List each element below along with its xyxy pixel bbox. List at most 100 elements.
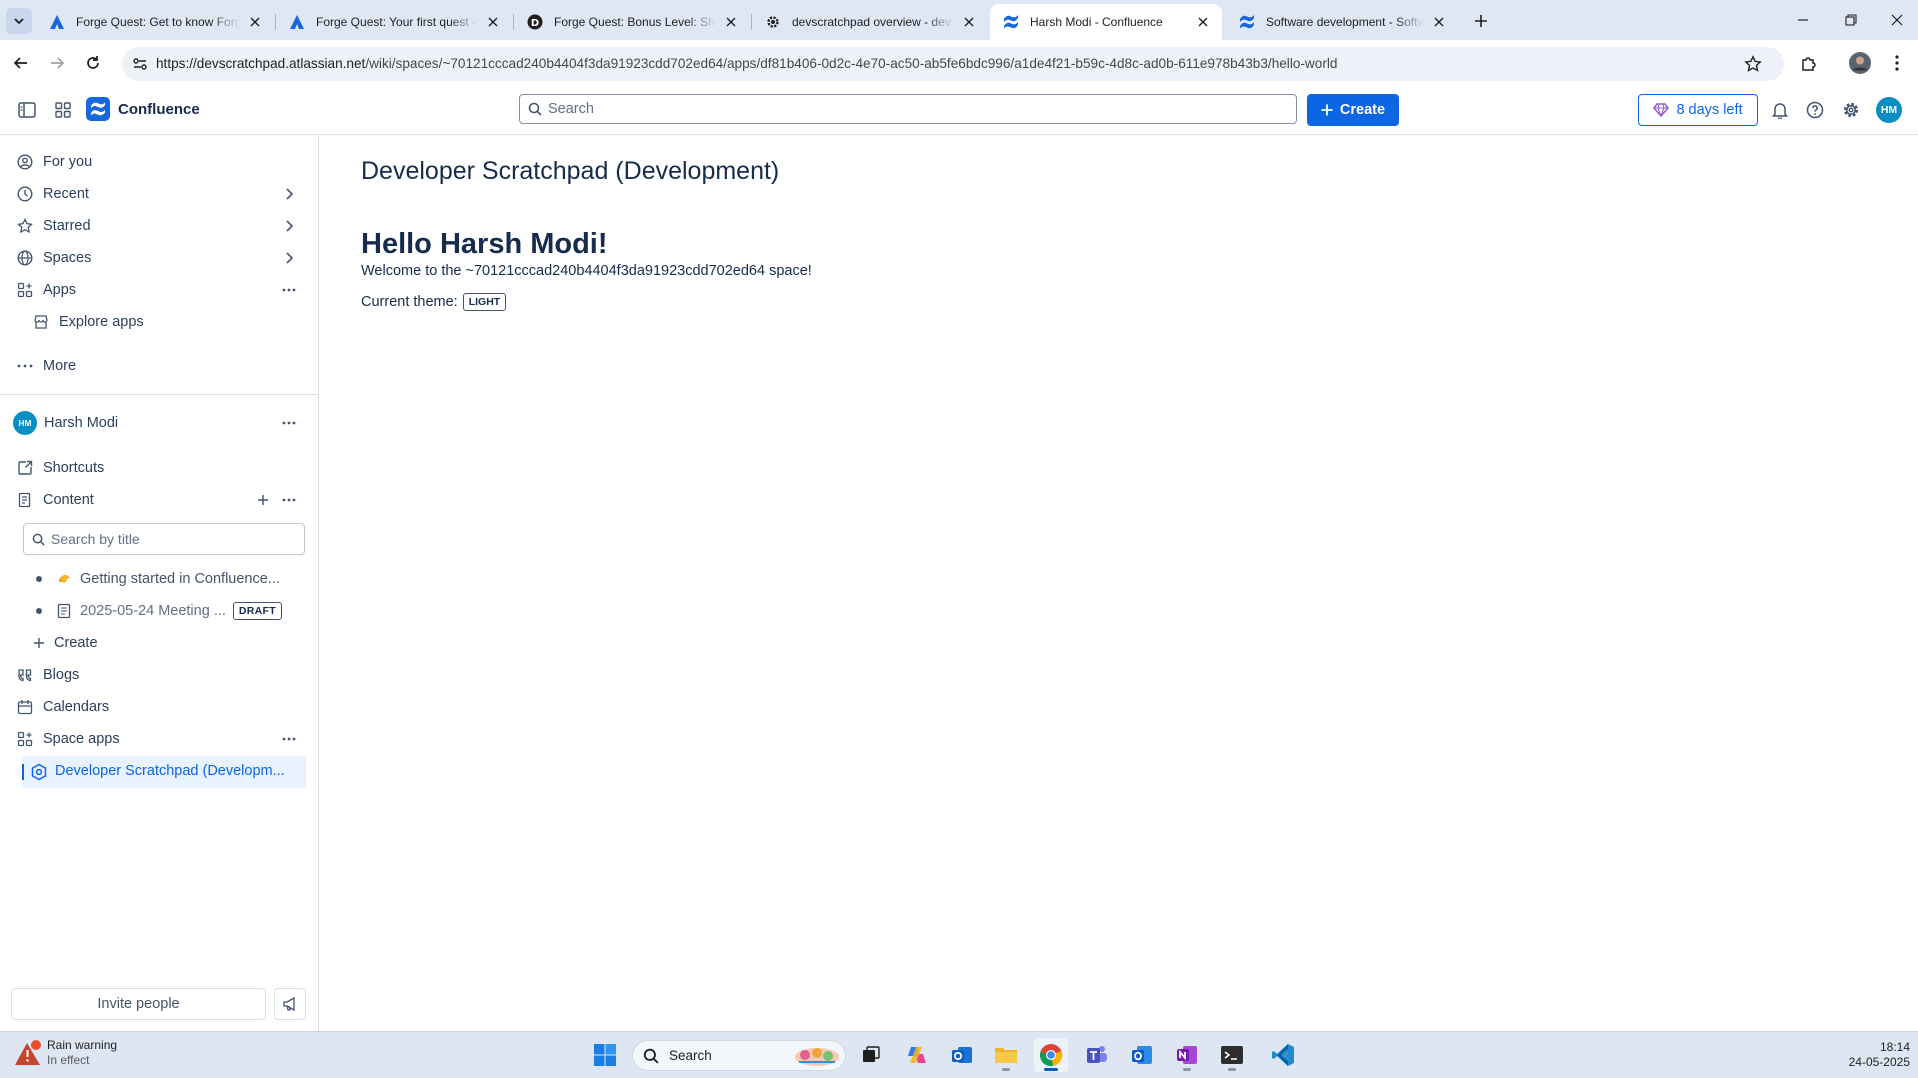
tree-create-button[interactable]: Create	[28, 628, 306, 658]
title-search-placeholder: Search by title	[51, 531, 140, 547]
sidebar-item-label: Apps	[43, 282, 77, 298]
quote-icon	[14, 664, 36, 686]
trial-days-button[interactable]: 8 days left	[1638, 94, 1758, 126]
reload-button[interactable]	[76, 46, 110, 80]
page-title: Developer Scratchpad (Development)	[361, 157, 780, 185]
sidebar-item-spaces[interactable]: Spaces	[14, 243, 306, 273]
global-search-input[interactable]: Search	[519, 94, 1297, 124]
teams-button[interactable]	[1079, 1038, 1113, 1072]
browser-tab[interactable]: Software development - Softwa	[1226, 4, 1458, 40]
outlook-new-icon	[1130, 1043, 1154, 1067]
star-icon[interactable]	[1744, 55, 1762, 73]
extensions-button[interactable]	[1792, 46, 1826, 80]
task-view-button[interactable]	[854, 1038, 888, 1072]
sidebar-item-shortcuts[interactable]: Shortcuts	[14, 453, 306, 483]
feedback-button[interactable]	[274, 988, 306, 1020]
copilot-button[interactable]	[900, 1038, 934, 1072]
close-icon[interactable]	[1194, 13, 1212, 31]
search-placeholder: Search	[548, 101, 594, 117]
back-button[interactable]	[4, 46, 38, 80]
sidebar-toggle-button[interactable]	[11, 94, 43, 126]
browser-tab-active[interactable]: Harsh Modi - Confluence	[990, 4, 1222, 40]
sidebar-item-calendars[interactable]: Calendars	[14, 692, 306, 722]
trial-label: 8 days left	[1676, 102, 1743, 118]
tab-search-button[interactable]	[6, 8, 32, 34]
user-avatar[interactable]: HM	[1876, 97, 1902, 123]
vscode-button[interactable]	[1266, 1038, 1300, 1072]
taskbar-search[interactable]: Search	[632, 1040, 846, 1071]
site-info-icon[interactable]	[132, 56, 148, 72]
profile-button[interactable]	[1843, 46, 1877, 80]
onenote-button[interactable]	[1170, 1038, 1204, 1072]
weather-widget[interactable]: Rain warning In effect	[14, 1038, 117, 1068]
chrome-button[interactable]	[1034, 1038, 1068, 1072]
settings-button[interactable]	[1835, 94, 1867, 126]
sidebar-item-for-you[interactable]: For you	[14, 147, 306, 177]
sidebar-item-blogs[interactable]: Blogs	[14, 660, 306, 690]
terminal-button[interactable]	[1215, 1038, 1249, 1072]
address-bar[interactable]: https://devscratchpad.atlassian.net/wiki…	[122, 47, 1784, 81]
plus-icon	[1474, 14, 1488, 28]
forge-app-icon	[30, 763, 48, 781]
close-icon[interactable]	[484, 13, 502, 31]
sidebar-item-apps[interactable]: Apps	[14, 275, 306, 305]
minimize-button[interactable]	[1786, 6, 1820, 34]
sidebar-item-explore-apps[interactable]: Explore apps	[30, 307, 306, 337]
puzzle-icon	[1800, 54, 1818, 72]
more-icon[interactable]	[278, 412, 300, 434]
tree-item-getting-started[interactable]: Getting started in Confluence...	[30, 565, 294, 593]
forward-button[interactable]	[40, 46, 74, 80]
start-button[interactable]	[588, 1038, 622, 1072]
title-search-input[interactable]: Search by title	[23, 523, 305, 555]
chevron-down-icon	[13, 15, 25, 27]
confluence-home-link[interactable]: Confluence	[86, 97, 200, 121]
teams-icon	[1084, 1043, 1108, 1067]
search-icon	[528, 102, 542, 116]
chevron-right-icon[interactable]	[278, 215, 300, 237]
browser-tab[interactable]: devscratchpad overview - devsc	[752, 4, 988, 40]
close-icon[interactable]	[1430, 13, 1448, 31]
restore-button[interactable]	[1834, 6, 1868, 34]
more-icon[interactable]	[278, 489, 300, 511]
product-name: Confluence	[118, 100, 200, 118]
browser-tab-strip: Forge Quest: Get to know Forge Forge Que…	[0, 0, 1918, 40]
create-button[interactable]: Create	[1307, 94, 1399, 126]
file-explorer-button[interactable]	[989, 1038, 1023, 1072]
url-path: /wiki/spaces/~70121cccad240b4404f3da9192…	[365, 56, 1338, 71]
close-icon[interactable]	[960, 13, 978, 31]
close-icon[interactable]	[722, 13, 740, 31]
browser-tab[interactable]: Forge Quest: Get to know Forge	[36, 4, 274, 40]
outlook-new-button[interactable]	[1125, 1038, 1159, 1072]
plus-icon[interactable]	[252, 489, 274, 511]
outlook-button[interactable]	[945, 1038, 979, 1072]
sidebar-item-recent[interactable]: Recent	[14, 179, 306, 209]
search-icon	[32, 533, 45, 546]
sidebar-item-more[interactable]: More	[14, 351, 306, 381]
more-icon[interactable]	[278, 279, 300, 301]
new-tab-button[interactable]	[1468, 8, 1494, 34]
running-indicator	[1228, 1068, 1236, 1071]
bell-icon	[1772, 101, 1788, 119]
sidebar-item-content[interactable]: Content	[14, 485, 306, 515]
more-icon[interactable]	[278, 728, 300, 750]
tab-title: devscratchpad overview - devsc	[792, 15, 954, 29]
close-icon[interactable]	[246, 13, 264, 31]
atlassian-icon	[288, 13, 306, 31]
close-window-button[interactable]	[1880, 6, 1914, 34]
browser-tab[interactable]: Forge Quest: Your first quest - p	[276, 4, 512, 40]
sidebar-item-space-apps[interactable]: Space apps	[14, 724, 306, 754]
sidebar-item-developer-scratchpad[interactable]: Developer Scratchpad (Developm...	[22, 756, 306, 788]
help-button[interactable]	[1799, 94, 1831, 126]
invite-people-button[interactable]: Invite people	[11, 988, 266, 1020]
system-clock[interactable]: 18:14 24-05-2025	[1820, 1040, 1910, 1070]
app-switcher-button[interactable]	[47, 94, 79, 126]
sidebar-item-starred[interactable]: Starred	[14, 211, 306, 241]
notifications-button[interactable]	[1764, 94, 1796, 126]
browser-tab[interactable]: D Forge Quest: Bonus Level: Shari	[514, 4, 750, 40]
space-header[interactable]: HM Harsh Modi	[13, 408, 306, 438]
browser-menu-button[interactable]	[1880, 46, 1914, 80]
chevron-right-icon[interactable]	[278, 247, 300, 269]
chevron-right-icon[interactable]	[278, 183, 300, 205]
tree-item-meeting-draft[interactable]: 2025-05-24 Meeting ... DRAFT	[30, 597, 294, 625]
draft-badge: DRAFT	[232, 602, 282, 620]
